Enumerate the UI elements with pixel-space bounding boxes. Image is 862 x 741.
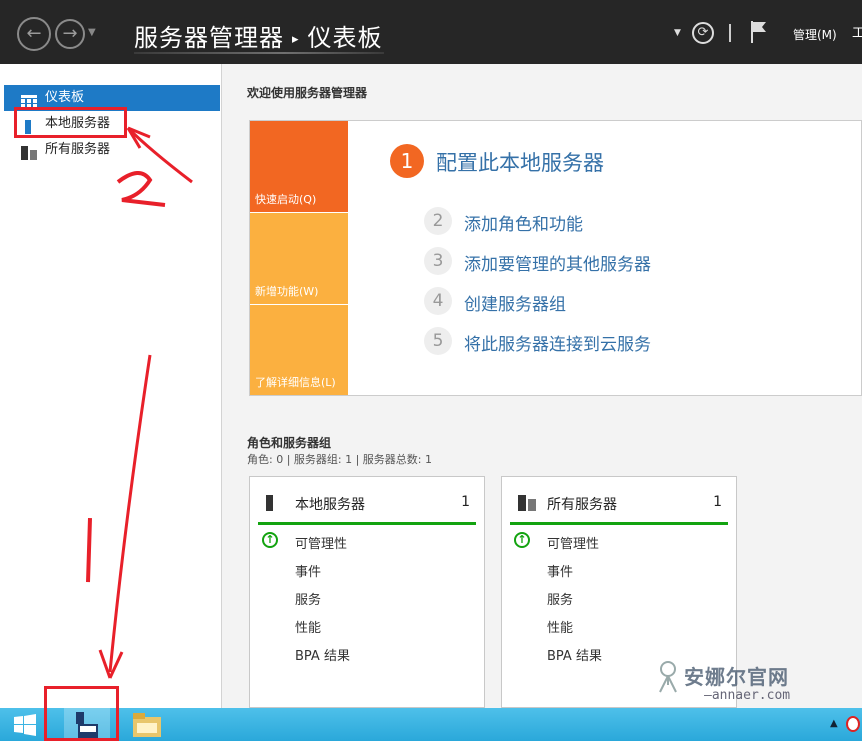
watermark-logo-icon <box>654 659 682 697</box>
back-button[interactable]: ← <box>17 17 51 51</box>
notifications-flag-icon[interactable] <box>750 20 768 48</box>
step-number: 4 <box>424 287 452 315</box>
card-title: 所有服务器 <box>547 497 617 513</box>
card-row[interactable]: 事件 <box>295 561 321 580</box>
card-title: 本地服务器 <box>295 497 365 513</box>
dropdown-arrow-icon[interactable]: ▼ <box>674 28 681 38</box>
whats-new-tile[interactable]: 新增功能(W) <box>250 213 348 304</box>
breadcrumb: 服务器管理器 ▸ 仪表板 <box>134 18 383 53</box>
step-number: 1 <box>390 144 424 178</box>
card-row[interactable]: 性能 <box>547 617 573 636</box>
servers-icon <box>21 144 37 170</box>
roles-title: 角色和服务器组 <box>247 436 332 450</box>
tools-menu-icon[interactable]: 工 <box>852 22 862 41</box>
status-bar <box>510 522 728 525</box>
breadcrumb-separator: ▸ <box>292 32 300 47</box>
servers-icon <box>518 495 536 515</box>
taskbar: ▲ <box>0 708 862 741</box>
card-count: 1 <box>461 494 470 510</box>
sidebar: 仪表板 本地服务器 所有服务器 <box>0 64 222 708</box>
roles-subtitle: 角色: 0 | 服务器组: 1 | 服务器总数: 1 <box>247 453 433 466</box>
learn-more-tile[interactable]: 了解详细信息(L) <box>250 305 348 395</box>
step-label: 创建服务器组 <box>464 295 566 315</box>
card-row[interactable]: BPA 结果 <box>295 645 350 664</box>
refresh-icon[interactable]: ⟳ <box>692 22 714 44</box>
step-label: 将此服务器连接到云服务 <box>464 335 651 355</box>
watermark-text: 安娜尔官网 <box>684 665 789 689</box>
tray-app-icon[interactable] <box>846 716 860 732</box>
show-hidden-icons-icon[interactable]: ▲ <box>830 718 838 729</box>
server-icon <box>266 495 273 515</box>
ok-arrow-icon: ↑ <box>514 532 530 548</box>
card-row[interactable]: 服务 <box>547 589 573 608</box>
sidebar-item-all-servers[interactable]: 所有服务器 <box>4 137 220 163</box>
step-number: 2 <box>424 207 452 235</box>
sidebar-item-local-server[interactable]: 本地服务器 <box>4 111 220 137</box>
title-underline <box>134 52 384 54</box>
forward-button[interactable]: → <box>55 19 85 49</box>
file-explorer-taskbar-icon[interactable] <box>133 713 161 741</box>
sidebar-item-label: 仪表板 <box>45 90 85 105</box>
step-number: 5 <box>424 327 452 355</box>
sidebar-item-dashboard[interactable]: 仪表板 <box>4 85 220 111</box>
step-label: 添加要管理的其他服务器 <box>464 255 651 275</box>
card-row[interactable]: 可管理性 <box>295 533 347 552</box>
quick-start-panel: 快速启动(Q) 新增功能(W) 了解详细信息(L) 1 配置此本地服务器 2 添… <box>249 120 862 396</box>
card-row[interactable]: 事件 <box>547 561 573 580</box>
toolbar-divider <box>729 24 731 42</box>
card-row[interactable]: 服务 <box>295 589 321 608</box>
windows-start-icon[interactable] <box>14 714 36 740</box>
server-manager-taskbar-icon[interactable] <box>64 708 110 741</box>
card-row[interactable]: 性能 <box>295 617 321 636</box>
status-bar <box>258 522 476 525</box>
local-server-card[interactable]: 本地服务器 1 ↑ 可管理性 事件 服务 性能 BPA 结果 <box>249 476 485 708</box>
card-row[interactable]: BPA 结果 <box>547 645 602 664</box>
breadcrumb-page: 仪表板 <box>307 24 383 52</box>
step-label: 添加角色和功能 <box>464 215 583 235</box>
step-label: 配置此本地服务器 <box>436 151 604 175</box>
title-bar: ← → ▼ 服务器管理器 ▸ 仪表板 ▼ ⟳ 管理(M) 工 <box>0 0 862 64</box>
breadcrumb-app: 服务器管理器 <box>134 24 284 52</box>
card-count: 1 <box>713 494 722 510</box>
step-number: 3 <box>424 247 452 275</box>
watermark-url: —annaer.com <box>704 688 791 703</box>
welcome-title: 欢迎使用服务器管理器 <box>247 86 368 100</box>
sidebar-item-label: 本地服务器 <box>45 116 111 131</box>
ok-arrow-icon: ↑ <box>262 532 278 548</box>
sidebar-item-label: 所有服务器 <box>45 142 111 157</box>
manage-menu[interactable]: 管理(M) <box>793 26 837 43</box>
history-dropdown-icon[interactable]: ▼ <box>88 27 96 38</box>
card-row[interactable]: 可管理性 <box>547 533 599 552</box>
main-content: 欢迎使用服务器管理器 快速启动(Q) 新增功能(W) 了解详细信息(L) 1 配… <box>222 64 862 708</box>
quick-start-tile[interactable]: 快速启动(Q) <box>250 121 348 212</box>
